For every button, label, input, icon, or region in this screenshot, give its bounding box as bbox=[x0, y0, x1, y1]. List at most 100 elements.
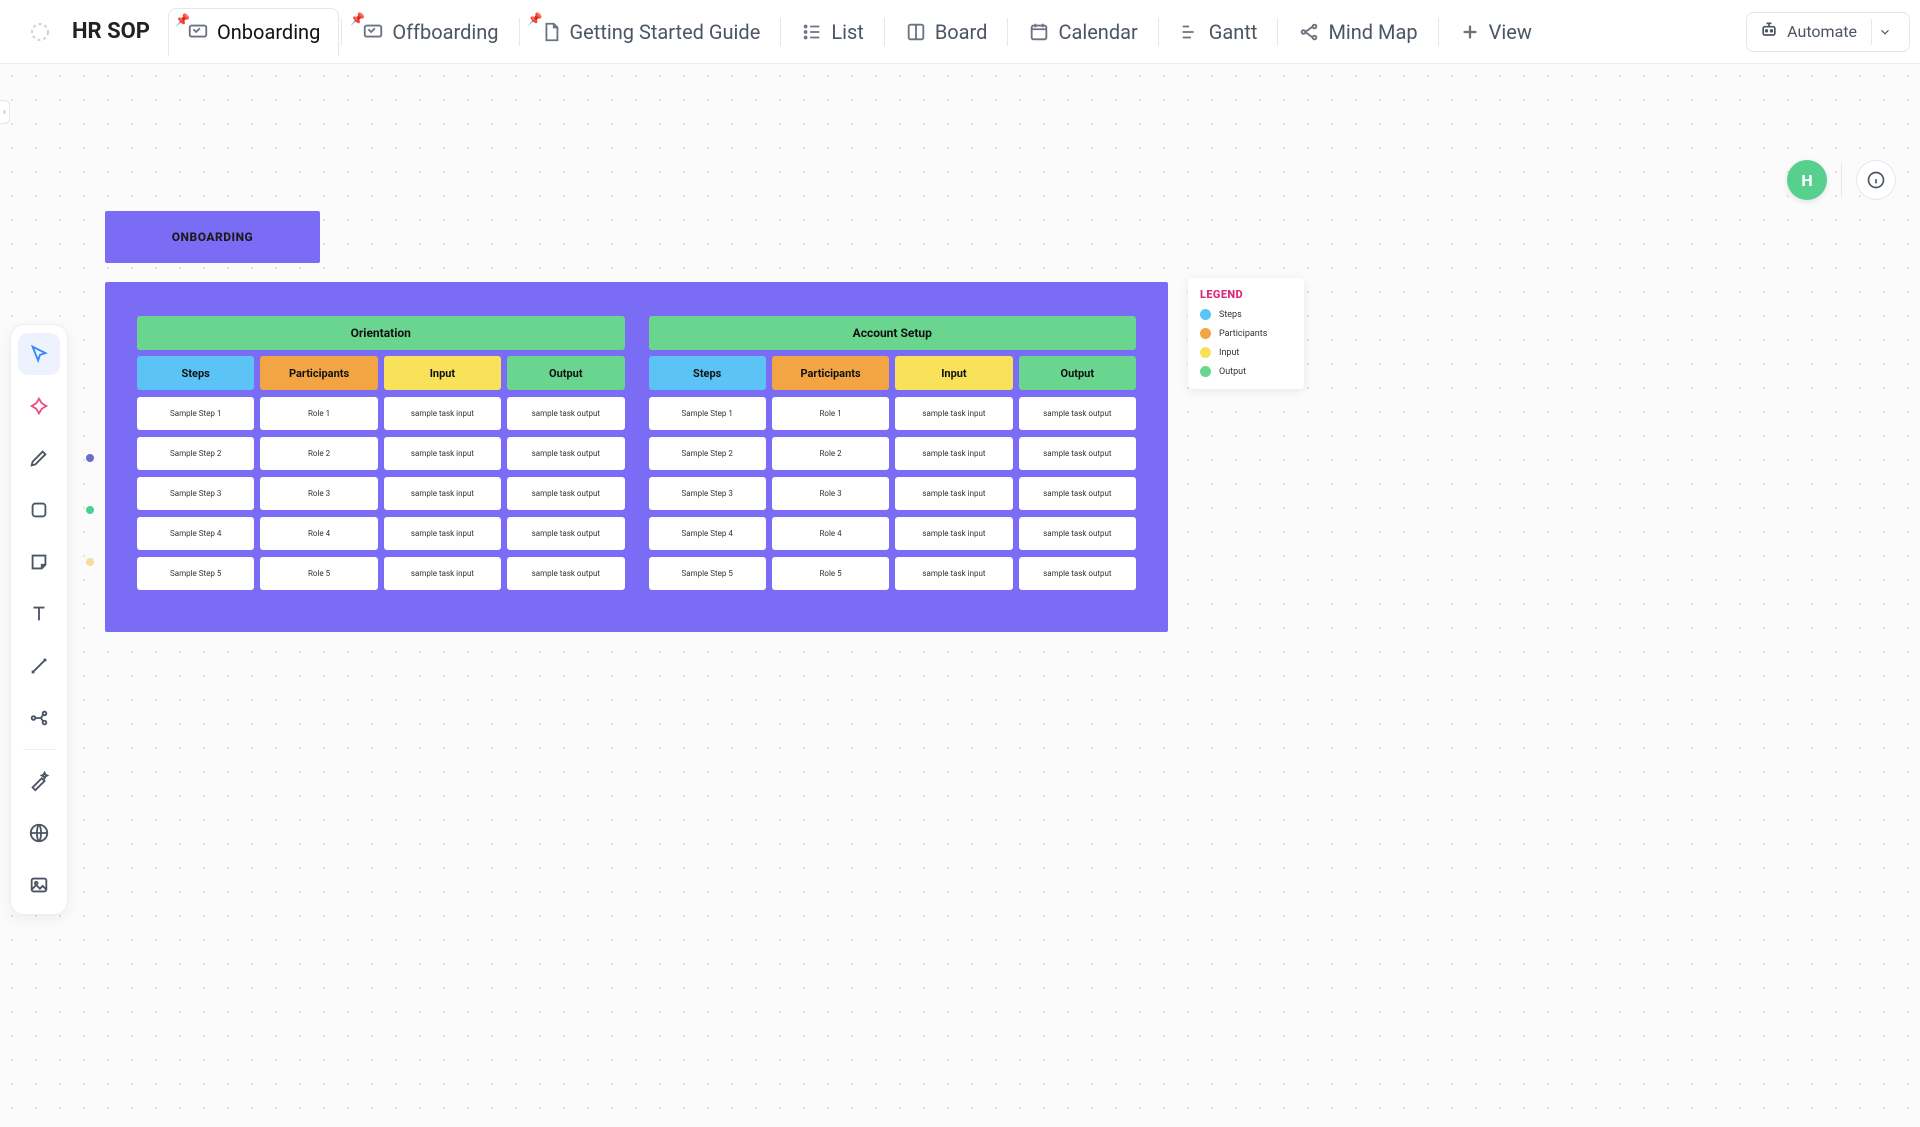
tool-shape[interactable] bbox=[18, 489, 60, 531]
tool-select[interactable] bbox=[18, 333, 60, 375]
cell[interactable]: Role 4 bbox=[260, 517, 377, 550]
cell[interactable]: Role 3 bbox=[772, 477, 889, 510]
cell[interactable]: sample task input bbox=[384, 477, 501, 510]
cell[interactable]: sample task output bbox=[1019, 517, 1136, 550]
legend-item: Output bbox=[1200, 366, 1292, 377]
pin-icon: 📌 bbox=[528, 12, 543, 26]
cell[interactable]: sample task output bbox=[1019, 397, 1136, 430]
board-section[interactable]: Orientation StepsParticipantsInputOutput S… bbox=[137, 316, 625, 608]
column-header[interactable]: Participants bbox=[260, 356, 377, 390]
cell[interactable]: Role 5 bbox=[260, 557, 377, 590]
tab-calendar[interactable]: Calendar bbox=[1010, 8, 1155, 56]
cell[interactable]: Role 1 bbox=[772, 397, 889, 430]
tool-text[interactable] bbox=[18, 593, 60, 635]
cell[interactable]: Role 2 bbox=[260, 437, 377, 470]
column-header[interactable]: Output bbox=[507, 356, 624, 390]
cell[interactable]: sample task output bbox=[507, 397, 624, 430]
column-header[interactable]: Input bbox=[895, 356, 1012, 390]
tab-offboarding[interactable]: 📌 Offboarding bbox=[344, 8, 516, 56]
automate-button[interactable]: Automate bbox=[1746, 12, 1910, 52]
section-title[interactable]: Orientation bbox=[137, 316, 625, 350]
cell[interactable]: sample task input bbox=[384, 517, 501, 550]
tab-mindmap[interactable]: Mind Map bbox=[1280, 8, 1435, 56]
avatar[interactable]: H bbox=[1787, 160, 1827, 200]
cell[interactable]: sample task output bbox=[507, 557, 624, 590]
add-view-button[interactable]: View bbox=[1441, 8, 1550, 56]
column-header[interactable]: Steps bbox=[137, 356, 254, 390]
mindmap-icon bbox=[1298, 21, 1320, 43]
tool-pen[interactable] bbox=[18, 437, 60, 479]
board-section[interactable]: Account Setup StepsParticipantsInputOutpu… bbox=[649, 316, 1137, 608]
color-dot bbox=[86, 454, 94, 462]
legend-card[interactable]: LEGEND StepsParticipantsInputOutput bbox=[1188, 278, 1304, 389]
tool-connector[interactable] bbox=[18, 645, 60, 687]
divider bbox=[1007, 18, 1008, 46]
cell[interactable]: Role 2 bbox=[772, 437, 889, 470]
cell[interactable]: sample task input bbox=[895, 437, 1012, 470]
table-row: Sample Step 4Role 4sample task inputsamp… bbox=[649, 517, 1137, 550]
tool-ai[interactable] bbox=[18, 385, 60, 427]
cell[interactable]: Sample Step 4 bbox=[137, 517, 254, 550]
divider bbox=[884, 18, 885, 46]
tool-web[interactable] bbox=[18, 812, 60, 854]
legend-label: Participants bbox=[1219, 329, 1267, 339]
cell[interactable]: Role 5 bbox=[772, 557, 889, 590]
column-header[interactable]: Steps bbox=[649, 356, 766, 390]
tab-label: Onboarding bbox=[217, 20, 320, 44]
tool-image[interactable] bbox=[18, 864, 60, 906]
cell[interactable]: Role 1 bbox=[260, 397, 377, 430]
left-toolbar bbox=[10, 324, 68, 915]
cell[interactable]: Sample Step 1 bbox=[137, 397, 254, 430]
cell[interactable]: Role 3 bbox=[260, 477, 377, 510]
cell[interactable]: sample task output bbox=[1019, 437, 1136, 470]
tab-gantt[interactable]: Gantt bbox=[1161, 8, 1276, 56]
cell[interactable]: sample task input bbox=[384, 557, 501, 590]
column-header[interactable]: Output bbox=[1019, 356, 1136, 390]
calendar-icon bbox=[1028, 21, 1050, 43]
chevron-down-icon[interactable] bbox=[1871, 19, 1897, 45]
cell[interactable]: Sample Step 2 bbox=[137, 437, 254, 470]
cell[interactable]: sample task output bbox=[507, 437, 624, 470]
cell[interactable]: sample task output bbox=[1019, 477, 1136, 510]
tool-magic[interactable] bbox=[18, 760, 60, 802]
tab-label: List bbox=[831, 20, 864, 44]
cell[interactable]: sample task input bbox=[384, 437, 501, 470]
tab-board[interactable]: Board bbox=[887, 8, 1006, 56]
info-button[interactable] bbox=[1856, 160, 1896, 200]
tab-list[interactable]: List bbox=[783, 8, 882, 56]
cell[interactable]: Sample Step 3 bbox=[649, 477, 766, 510]
table-row: Sample Step 3Role 3sample task inputsamp… bbox=[137, 477, 625, 510]
sidebar-expand-handle[interactable]: ‹ bbox=[0, 100, 10, 124]
onboarding-board[interactable]: OrientationStepsParticipantsInputOutputS… bbox=[105, 282, 1168, 632]
tab-label: Board bbox=[935, 20, 988, 44]
column-header[interactable]: Participants bbox=[772, 356, 889, 390]
cell[interactable]: sample task input bbox=[895, 477, 1012, 510]
cell[interactable]: sample task input bbox=[384, 397, 501, 430]
divider bbox=[23, 749, 55, 750]
tab-onboarding[interactable]: 📌 Onboarding bbox=[168, 8, 339, 56]
cell[interactable]: sample task input bbox=[895, 397, 1012, 430]
cell[interactable]: sample task output bbox=[507, 477, 624, 510]
legend-title: LEGEND bbox=[1200, 288, 1292, 301]
tab-guide[interactable]: 📌 Getting Started Guide bbox=[522, 8, 779, 56]
cell[interactable]: sample task output bbox=[1019, 557, 1136, 590]
cell[interactable]: sample task input bbox=[895, 557, 1012, 590]
tool-sticky[interactable] bbox=[18, 541, 60, 583]
board-label[interactable]: ONBOARDING bbox=[105, 211, 320, 263]
cell[interactable]: Sample Step 1 bbox=[649, 397, 766, 430]
column-header[interactable]: Input bbox=[384, 356, 501, 390]
cell[interactable]: Sample Step 5 bbox=[137, 557, 254, 590]
divider bbox=[1277, 18, 1278, 46]
cell[interactable]: Sample Step 4 bbox=[649, 517, 766, 550]
cell[interactable]: sample task output bbox=[507, 517, 624, 550]
cell[interactable]: Role 4 bbox=[772, 517, 889, 550]
table-row: Sample Step 5Role 5sample task inputsamp… bbox=[649, 557, 1137, 590]
cell[interactable]: Sample Step 5 bbox=[649, 557, 766, 590]
cell[interactable]: sample task input bbox=[895, 517, 1012, 550]
cell[interactable]: Sample Step 3 bbox=[137, 477, 254, 510]
whiteboard-canvas[interactable]: ‹ bbox=[0, 64, 1920, 1127]
tool-group[interactable] bbox=[18, 697, 60, 739]
color-dot bbox=[86, 506, 94, 514]
cell[interactable]: Sample Step 2 bbox=[649, 437, 766, 470]
section-title[interactable]: Account Setup bbox=[649, 316, 1137, 350]
